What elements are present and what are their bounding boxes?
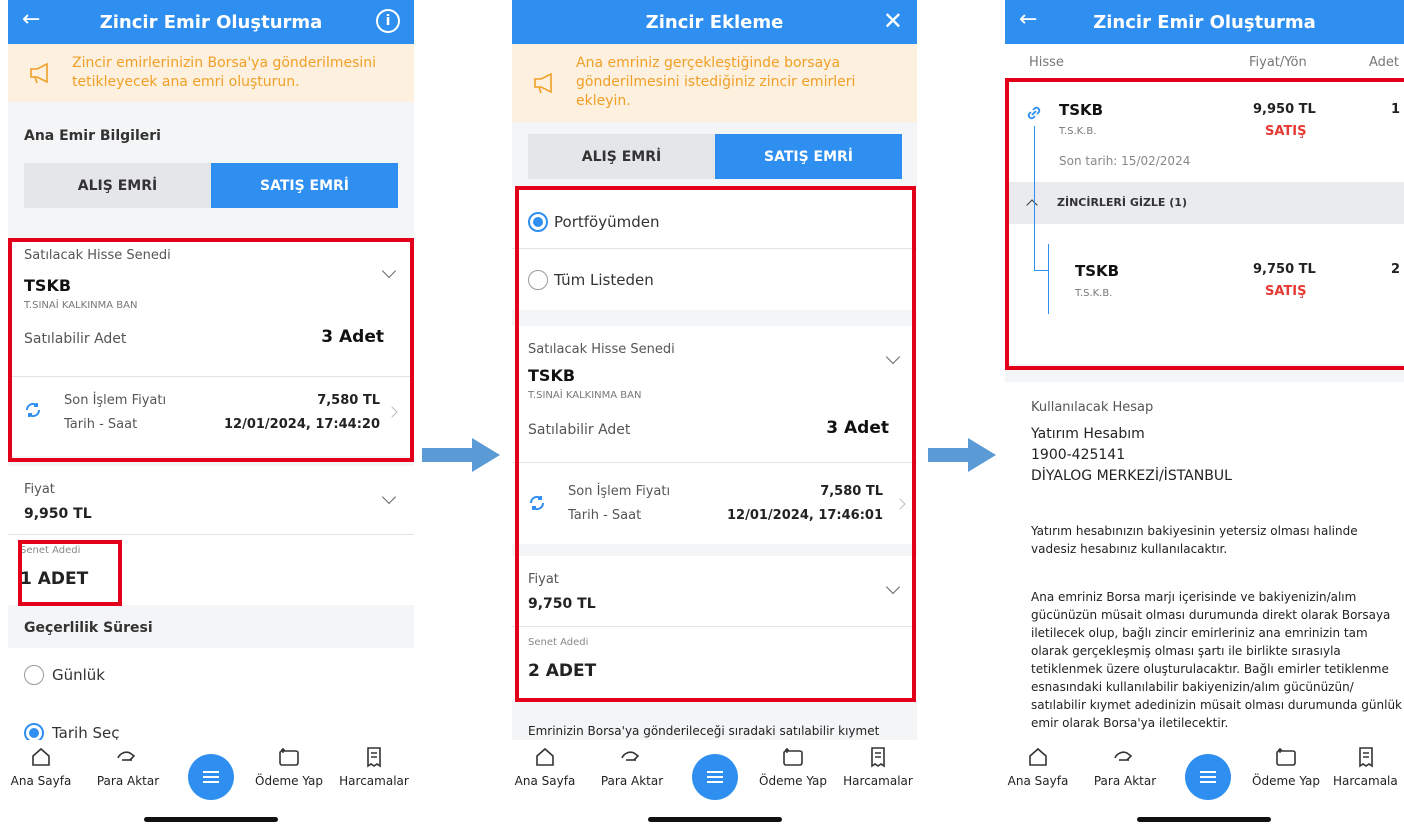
banner-text: Ana emriniz gerçekleştiğinde borsaya gön… [576, 55, 856, 109]
nav-home-label: Ana Sayfa [1007, 774, 1069, 788]
receipt-icon [367, 747, 381, 768]
nav-transfer-label: Para Aktar [600, 774, 664, 788]
buy-order-tab[interactable]: ALIŞ EMRİ [528, 134, 715, 179]
price-field[interactable]: Fiyat 9,950 TL [8, 466, 414, 534]
flow-arrow-icon [928, 438, 996, 472]
header: Zincir Ekleme ✕ [512, 0, 917, 44]
nav-home[interactable]: Ana Sayfa [1005, 746, 1071, 788]
header: ← Zincir Emir Oluşturma i [8, 0, 414, 44]
flow-arrow-icon [422, 438, 500, 472]
bottom-nav: Ana Sayfa Para Aktar Ödeme Yap Harcamala [1005, 740, 1404, 834]
col-price: Fiyat/Yön [1249, 55, 1307, 70]
nav-transfer[interactable]: Para Aktar [592, 746, 672, 788]
banner-text: Zincir emirlerinizin Borsa'ya gönderilme… [72, 55, 377, 90]
money-transfer-icon [1114, 751, 1133, 761]
info-banner: Zincir emirlerinizin Borsa'ya gönderilme… [8, 44, 414, 102]
home-indicator [1137, 817, 1271, 822]
order-type-toggle: ALIŞ EMRİ SATIŞ EMRİ [528, 134, 902, 179]
footer-text: Emrinizin Borsa'ya gönderileceği sıradak… [528, 724, 880, 738]
note-1: Yatırım hesabınızın bakiyesinin yetersiz… [1031, 524, 1358, 556]
nav-transfer[interactable]: Para Aktar [88, 746, 168, 788]
payment-icon [279, 748, 299, 766]
nav-spend[interactable]: Harcamala [1333, 746, 1404, 788]
header: ← Zincir Emir Oluşturma [1005, 0, 1404, 44]
highlight-box [18, 540, 122, 606]
home-icon [1029, 747, 1047, 766]
col-stock: Hisse [1029, 55, 1064, 70]
account-number: 1900-425141 [1031, 447, 1126, 463]
home-indicator [144, 817, 278, 822]
megaphone-icon [30, 62, 48, 84]
nav-pay-label: Ödeme Yap [759, 774, 827, 788]
nav-pay-label: Ödeme Yap [255, 774, 323, 788]
account-name: Yatırım Hesabım [1031, 426, 1145, 442]
validity-label: Geçerlilik Süresi [24, 620, 153, 636]
menu-button[interactable] [1185, 754, 1231, 800]
highlight-box [8, 238, 414, 462]
menu-button[interactable] [692, 754, 738, 800]
nav-spend[interactable]: Harcamalar [838, 746, 917, 788]
page-title: Zincir Ekleme [645, 11, 784, 33]
screen-add-chain: Zincir Ekleme ✕ Ana emriniz gerçekleştiğ… [512, 0, 917, 834]
nav-pay[interactable]: Ödeme Yap [752, 746, 834, 788]
info-icon: i [376, 9, 400, 33]
page-title: Zincir Emir Oluşturma [99, 11, 323, 33]
nav-home-label: Ana Sayfa [514, 774, 576, 788]
back-arrow-icon[interactable]: ← [1019, 7, 1037, 32]
nav-transfer-label: Para Aktar [96, 774, 160, 788]
nav-pay[interactable]: Ödeme Yap [1245, 746, 1327, 788]
nav-pay[interactable]: Ödeme Yap [248, 746, 330, 788]
bottom-nav: Ana Sayfa Para Aktar Ödeme Yap Harcamala… [512, 740, 917, 834]
account-card[interactable]: Kullanılacak Hesap Yatırım Hesabım 1900-… [1005, 382, 1404, 500]
section-title: Ana Emir Bilgileri [24, 128, 161, 144]
daily-radio[interactable] [24, 665, 44, 685]
nav-transfer[interactable]: Para Aktar [1085, 746, 1165, 788]
col-qty: Adet [1369, 55, 1400, 70]
daily-label[interactable]: Günlük [52, 666, 105, 684]
money-transfer-icon [621, 751, 640, 761]
megaphone-icon [534, 72, 552, 94]
highlight-box [1005, 78, 1404, 370]
sell-order-tab[interactable]: SATIŞ EMRİ [211, 163, 398, 208]
sell-order-tab[interactable]: SATIŞ EMRİ [715, 134, 902, 179]
highlight-box [515, 186, 916, 702]
screen-main-order: ← Zincir Emir Oluşturma i Zincir emirler… [8, 0, 414, 834]
home-icon [32, 747, 50, 766]
buy-order-tab[interactable]: ALIŞ EMRİ [24, 163, 211, 208]
page-title: Zincir Emir Oluşturma [1093, 11, 1316, 33]
home-indicator [648, 817, 782, 822]
nav-spend-label: Harcamalar [339, 774, 409, 788]
nav-home[interactable]: Ana Sayfa [512, 746, 578, 788]
info-button[interactable]: i [376, 9, 400, 33]
nav-spend[interactable]: Harcamalar [334, 746, 414, 788]
account-label: Kullanılacak Hesap [1031, 400, 1154, 415]
close-icon[interactable]: ✕ [883, 9, 903, 33]
order-type-toggle: ALIŞ EMRİ SATIŞ EMRİ [24, 163, 398, 208]
payment-icon [783, 748, 803, 766]
nav-spend-label: Harcamala [1333, 774, 1398, 788]
price-value: 9,950 TL [24, 506, 92, 522]
receipt-icon [1359, 747, 1373, 768]
screen-chain-summary: ← Zincir Emir Oluşturma Hisse Fiyat/Yön … [1005, 0, 1404, 834]
nav-transfer-label: Para Aktar [1093, 774, 1157, 788]
table-header: Hisse Fiyat/Yön Adet [1005, 44, 1404, 80]
payment-icon [1276, 748, 1296, 766]
chevron-down-icon[interactable] [381, 489, 397, 505]
back-arrow-icon[interactable]: ← [22, 7, 40, 32]
price-label: Fiyat [24, 482, 55, 497]
receipt-icon [871, 747, 885, 768]
bottom-nav: Ana Sayfa Para Aktar Ödeme Yap Harcamala… [8, 740, 414, 834]
info-notes: Yatırım hesabınızın bakiyesinin yetersiz… [1005, 500, 1404, 740]
nav-home[interactable]: Ana Sayfa [8, 746, 74, 788]
info-banner: Ana emriniz gerçekleştiğinde borsaya gön… [512, 44, 917, 122]
note-2: Ana emriniz Borsa marjı içerisinde ve ba… [1031, 590, 1403, 730]
nav-spend-label: Harcamalar [843, 774, 913, 788]
account-branch: DİYALOG MERKEZİ/İSTANBUL [1031, 468, 1232, 484]
home-icon [536, 747, 554, 766]
nav-home-label: Ana Sayfa [10, 774, 72, 788]
nav-pay-label: Ödeme Yap [1252, 774, 1320, 788]
money-transfer-icon [117, 751, 136, 761]
menu-button[interactable] [188, 754, 234, 800]
